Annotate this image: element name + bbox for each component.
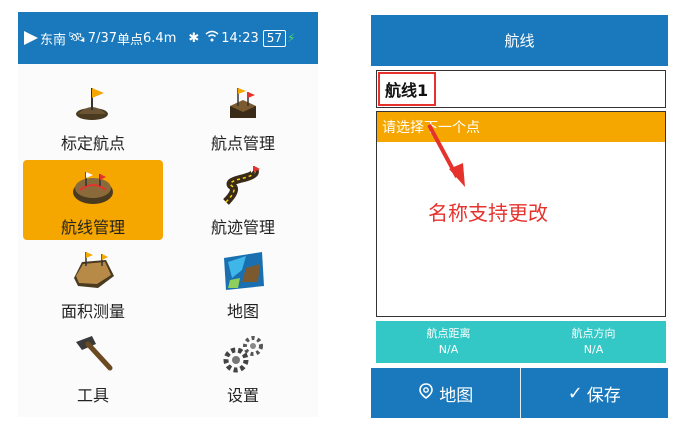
waypoint-manage-icon: [230, 88, 256, 118]
page-title: 航线: [371, 15, 668, 66]
battery-level: 57: [266, 31, 283, 45]
location-pin-icon: [417, 382, 435, 405]
menu-item-track-manage[interactable]: 航迹管理: [168, 158, 318, 242]
map-icon: [224, 252, 264, 290]
bluetooth-icon: ✱: [188, 30, 200, 46]
distance-label: 航点距离: [426, 327, 471, 340]
gears-icon: [223, 336, 263, 373]
menu-grid: 标定航点 航点管理 航线管理 航迹管理 面积测量 地图 工具 设置: [18, 74, 318, 410]
annotation-text: 名称支持更改: [428, 201, 548, 225]
checkmark-icon: ✓: [567, 382, 583, 404]
direction-value: N/A: [583, 343, 604, 356]
map-button-label: 地图: [439, 385, 474, 406]
wifi-icon: [205, 30, 219, 46]
bottom-toolbar: 地图 ✓ 保存: [371, 368, 668, 418]
menu-item-tools[interactable]: 工具: [18, 326, 168, 410]
menu-label: 航迹管理: [210, 218, 275, 237]
menu-item-map[interactable]: 地图: [168, 242, 318, 326]
direction-label: 航点方向: [571, 327, 616, 340]
direction-info: 航点方向 N/A: [521, 321, 666, 363]
accuracy: 6.4m: [143, 30, 177, 46]
annotation-arrow-icon: [427, 124, 465, 187]
distance-info: 航点距离 N/A: [376, 321, 521, 363]
menu-item-route-manage[interactable]: 航线管理: [18, 158, 168, 242]
save-button[interactable]: ✓ 保存: [519, 368, 669, 418]
menu-label: 航点管理: [210, 134, 275, 153]
map-button[interactable]: 地图: [371, 368, 520, 418]
menu-label: 工具: [76, 386, 109, 405]
track-manage-icon: [223, 166, 260, 205]
hammer-icon: [76, 336, 113, 371]
menu-label: 地图: [226, 302, 259, 321]
save-button-label: 保存: [586, 385, 621, 406]
menu-label: 航线管理: [60, 218, 125, 237]
clock: 14:23: [221, 30, 259, 46]
info-bar: 航点距离 N/A 航点方向 N/A: [376, 321, 666, 363]
distance-value: N/A: [438, 343, 459, 356]
heading-text: 东南: [40, 32, 67, 48]
waypoint-flag-icon: [76, 88, 108, 120]
charging-icon: ⚡: [287, 31, 296, 45]
menu-label: 面积测量: [60, 302, 125, 321]
route-manage-icon: [73, 172, 113, 204]
menu-item-settings[interactable]: 设置: [168, 326, 318, 410]
menu-label: 标定航点: [60, 134, 125, 153]
satellite-count: 7/37: [87, 30, 117, 46]
route-edit-screen: 航线 航线1 请选择下一个点 名称支持更改 航点距离 N/A 航点方向 N/A …: [371, 15, 668, 418]
menu-item-waypoint-manage[interactable]: 航点管理: [168, 74, 318, 158]
menu-item-mark-waypoint[interactable]: 标定航点: [18, 74, 168, 158]
satellite-icon: 🛰: [68, 30, 86, 46]
status-bar: 东南 🛰 7/37 单点 6.4m ✱ 14:23 57 ⚡: [18, 12, 318, 64]
menu-label: 设置: [226, 386, 259, 405]
fix-type: 单点: [117, 32, 144, 48]
menu-item-area-measure[interactable]: 面积测量: [18, 242, 168, 326]
main-menu-screen: 东南 🛰 7/37 单点 6.4m ✱ 14:23 57 ⚡ 标定航点 航点管理…: [18, 12, 318, 417]
battery-icon: 57: [262, 29, 287, 47]
area-measure-icon: [74, 252, 114, 288]
heading-arrow-icon: [24, 31, 38, 45]
